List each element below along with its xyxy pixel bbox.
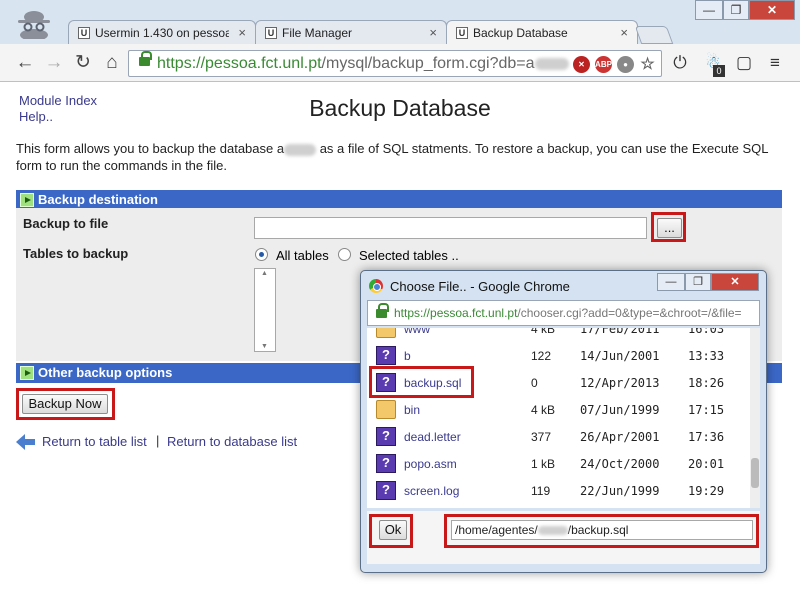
home-icon[interactable]: ⌂ (100, 51, 124, 75)
redacted-blur (284, 143, 317, 156)
window-maximize-button[interactable]: ❐ (723, 0, 749, 20)
adblock-icon[interactable]: ABP (595, 56, 612, 73)
selected-tables-radio[interactable] (338, 248, 351, 261)
folder-icon (376, 400, 396, 419)
tab-close-icon[interactable]: × (620, 25, 628, 40)
scroll-down-icon[interactable]: ▼ (261, 343, 268, 350)
chrome-icon (369, 279, 383, 293)
tab-title: File Manager (282, 26, 353, 40)
dialog-minimize-button[interactable]: — (657, 273, 685, 291)
incognito-icon (12, 9, 56, 41)
highlight-browse (651, 212, 686, 242)
url-text: https://pessoa.fct.unl.pt/mysql/backup_f… (157, 55, 569, 73)
back-arrow-icon[interactable]: ← (13, 51, 37, 75)
star-icon[interactable]: ☆ (639, 56, 656, 73)
link-separator: | (156, 433, 160, 448)
dialog-address-bar[interactable]: https://pessoa.fct.unl.pt/chooser.cgi?ad… (367, 300, 760, 326)
lock-icon (376, 303, 389, 318)
return-database-list-link[interactable]: Return to database list (167, 434, 297, 449)
lock-icon (139, 51, 152, 66)
power-icon[interactable]: ⏻ (670, 53, 690, 73)
fullscreen-icon[interactable]: ▢ (734, 53, 754, 73)
list-item[interactable]: popo.asm 1 kB 24/Oct/2000 20:01 (367, 450, 747, 477)
expand-toggle-icon[interactable] (20, 366, 34, 380)
usermin-favicon-icon: U (456, 27, 468, 39)
usermin-favicon-icon: U (265, 27, 277, 39)
file-list-scrollbar[interactable] (750, 328, 760, 508)
tab-title: Usermin 1.430 on pessoa. (95, 26, 229, 40)
reload-icon[interactable]: ↻ (71, 51, 95, 75)
list-item[interactable]: dead.letter 377 26/Apr/2001 17:36 (367, 423, 747, 450)
address-bar[interactable]: https://pessoa.fct.unl.pt/mysql/backup_f… (128, 50, 662, 77)
list-item[interactable]: screen.log 119 22/Jun/1999 19:29 (367, 477, 747, 504)
file-icon (376, 346, 396, 365)
list-item[interactable]: bin 4 kB 07/Jun/1999 17:15 (367, 396, 747, 423)
tables-listbox[interactable]: ▲ ▼ (254, 268, 276, 352)
tab-close-icon[interactable]: × (429, 25, 437, 40)
browser-toolbar: ← → ↻ ⌂ https://pessoa.fct.unl.pt/mysql/… (0, 44, 800, 82)
window-minimize-button[interactable]: — (695, 0, 723, 20)
browser-titlebar: U Usermin 1.430 on pessoa. × U File Mana… (0, 0, 800, 47)
highlight-backup-now (16, 388, 115, 420)
tab-close-icon[interactable]: × (238, 25, 246, 40)
list-item[interactable]: b 122 14/Jun/2001 13:33 (367, 342, 747, 369)
backup-file-input[interactable] (254, 217, 647, 239)
dialog-close-button[interactable]: ✕ (711, 273, 759, 291)
scrollbar-thumb[interactable] (751, 458, 759, 488)
list-item[interactable]: www 4 kB 17/Feb/2011 16:03 (367, 328, 747, 342)
back-arrow-icon (16, 434, 35, 450)
new-tab-button[interactable] (634, 26, 674, 44)
lightbulb-icon[interactable]: ● (617, 56, 634, 73)
redacted-blur (534, 57, 569, 70)
expand-toggle-icon[interactable] (20, 193, 34, 207)
tables-to-backup-label: Tables to backup (23, 246, 129, 261)
dialog-url-text: https://pessoa.fct.unl.pt/chooser.cgi?ad… (394, 306, 742, 320)
highlight-file-path (444, 514, 759, 548)
highlight-ok (369, 514, 413, 548)
menu-icon[interactable]: ≡ (765, 53, 785, 73)
blocked-icon[interactable]: ✕ (573, 56, 590, 73)
highlight-backup-sql (369, 366, 474, 398)
window-close-button[interactable]: ✕ (749, 0, 795, 20)
all-tables-label: All tables (276, 248, 329, 263)
usermin-favicon-icon: U (78, 27, 90, 39)
page-description: This form allows you to backup the datab… (16, 141, 768, 173)
dialog-maximize-button[interactable]: ❐ (685, 273, 711, 291)
tab-file-manager[interactable]: U File Manager × (255, 20, 447, 46)
dialog-title: Choose File.. - Google Chrome (390, 279, 570, 294)
backup-to-file-label: Backup to file (23, 216, 109, 231)
folder-icon (376, 328, 396, 338)
file-list: www 4 kB 17/Feb/2011 16:03 b 122 14/Jun/… (367, 328, 760, 508)
all-tables-radio[interactable] (255, 248, 268, 261)
file-icon (376, 427, 396, 446)
tab-usermin[interactable]: U Usermin 1.430 on pessoa. × (68, 20, 256, 46)
section-backup-destination[interactable]: Backup destination (16, 190, 782, 210)
forward-arrow-icon[interactable]: → (42, 51, 66, 75)
scroll-up-icon[interactable]: ▲ (261, 270, 268, 277)
file-icon (376, 481, 396, 500)
return-table-list-link[interactable]: Return to table list (42, 434, 147, 449)
page-title: Backup Database (309, 95, 491, 121)
tab-backup-database[interactable]: U Backup Database × (446, 20, 638, 47)
file-icon (376, 454, 396, 473)
tab-title: Backup Database (473, 26, 568, 40)
selected-tables-label: Selected tables .. (359, 248, 459, 263)
extension-badge: 0 (713, 65, 725, 77)
